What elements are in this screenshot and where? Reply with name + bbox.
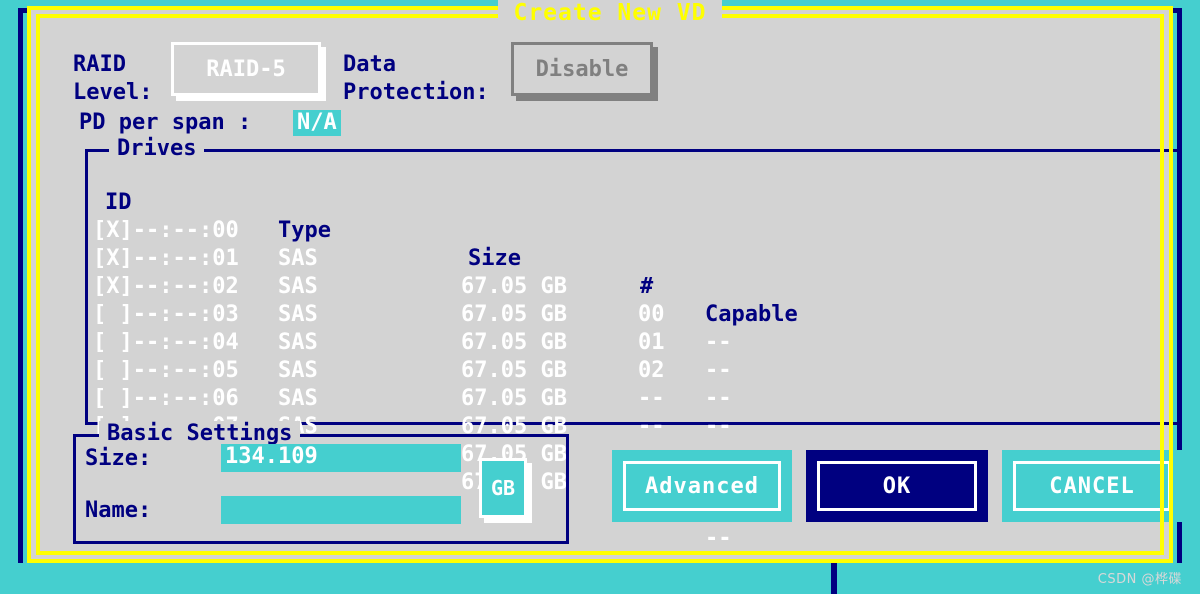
name-label: Name: [85, 498, 152, 523]
drive-row[interactable]: [ ]--:--:06 SAS 67.05 GB -- -- [93, 357, 1163, 523]
drive-number: -- [638, 414, 665, 439]
data-protection-label-line1: Data [343, 52, 396, 77]
drive-row[interactable]: [ ]--:--:05 SAS 67.05 GB -- -- [93, 329, 1163, 495]
drive-capable: -- [705, 526, 732, 551]
cancel-button-label: CANCEL [1013, 461, 1171, 511]
size-unit-dropdown[interactable]: GB [479, 458, 527, 518]
drive-row[interactable]: [ ]--:--:03 SAS 67.05 GB -- -- [93, 273, 1163, 439]
drives-groupbox-legend: Drives [109, 136, 205, 162]
pd-per-span-value[interactable]: N/A [293, 110, 341, 136]
drive-row[interactable]: [X]--:--:00 SAS 67.05 GB 00 -- [93, 189, 1163, 355]
drive-row[interactable]: [X]--:--:01 SAS 67.05 GB 01 -- [93, 217, 1163, 383]
pd-per-span-label: PD per span : [79, 110, 252, 135]
drives-table-header: ID Type Size # Capable [93, 161, 1163, 327]
drive-capable: -- [705, 414, 732, 439]
drive-row[interactable]: [ ]--:--:07 SAS 67.05 GB -- -- [93, 385, 1163, 551]
status-strip [0, 563, 1200, 594]
background-rule-left [18, 8, 23, 586]
raid-level-label-line1: RAID [73, 52, 126, 77]
raid-level-dropdown[interactable]: RAID-5 [171, 42, 321, 96]
status-strip-divider [831, 563, 837, 594]
advanced-button-label: Advanced [623, 461, 781, 511]
create-new-vd-dialog: RAID Level: RAID-5 Data Protection: Disa… [27, 6, 1182, 563]
drive-row[interactable]: [ ]--:--:04 SAS 67.05 GB -- -- [93, 301, 1163, 467]
cancel-button[interactable]: CANCEL [1002, 450, 1182, 522]
name-input[interactable] [221, 496, 461, 524]
size-input[interactable]: 134.109 [221, 444, 461, 472]
raid-level-label-line2: Level: [73, 80, 153, 105]
dialog-title: Create New VD [513, 0, 707, 26]
data-protection-dropdown[interactable]: Disable [511, 42, 653, 96]
drives-table: ID Type Size # Capable [X]--:--:00 SAS 6… [93, 161, 1163, 551]
size-label: Size: [85, 446, 152, 471]
data-protection-label-line2: Protection: [343, 80, 489, 105]
ok-button-label: OK [817, 461, 977, 511]
watermark: CSDN @桦碟 [1097, 572, 1182, 587]
advanced-button[interactable]: Advanced [612, 450, 792, 522]
screen: RAID Level: RAID-5 Data Protection: Disa… [0, 0, 1200, 594]
drive-row[interactable]: [X]--:--:02 SAS 67.05 GB 02 -- [93, 245, 1163, 411]
ok-button[interactable]: OK [806, 450, 988, 522]
